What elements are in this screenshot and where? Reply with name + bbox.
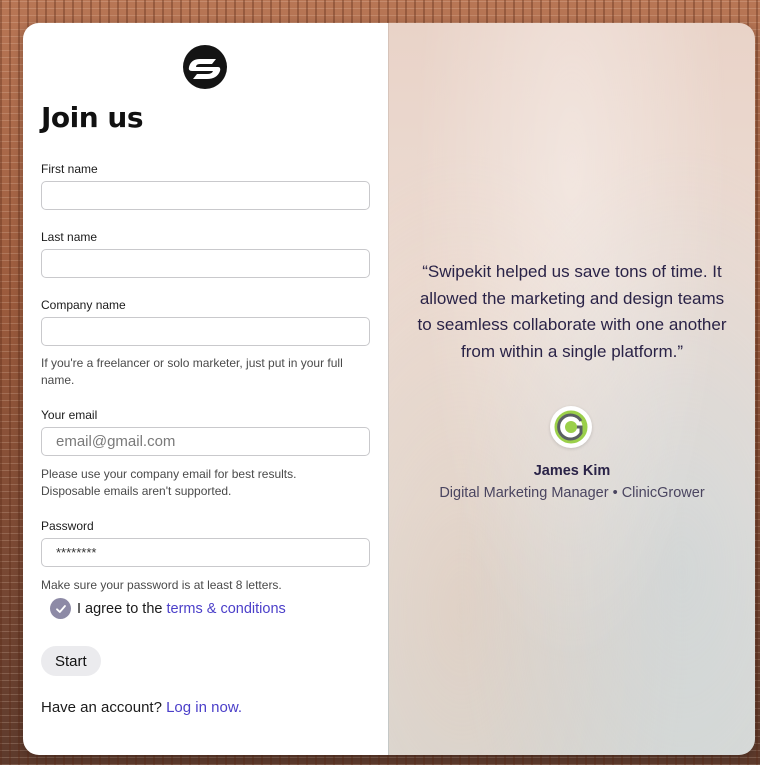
- signup-card: Join us First name Last name Company nam…: [23, 23, 755, 755]
- checkmark-icon: [55, 604, 66, 613]
- avatar: [550, 406, 592, 448]
- page-title: Join us: [41, 101, 144, 134]
- testimonial-author-name: James Kim: [533, 463, 611, 479]
- terms-checkbox[interactable]: [50, 598, 71, 619]
- last-name-label: Last name: [41, 230, 98, 244]
- terms-link[interactable]: terms & conditions: [166, 601, 285, 617]
- last-name-input[interactable]: [41, 249, 370, 278]
- password-label: Password: [41, 519, 94, 533]
- login-prompt: Have an account? Log in now.: [41, 699, 242, 716]
- first-name-input[interactable]: [41, 181, 370, 210]
- testimonial-author-role: Digital Marketing Manager • ClinicGrower: [439, 485, 705, 501]
- email-label: Your email: [41, 408, 98, 422]
- swipekit-logo-icon: [183, 45, 227, 89]
- signup-panel: Join us First name Last name Company nam…: [23, 23, 388, 755]
- login-link[interactable]: Log in now.: [166, 699, 242, 716]
- email-hint-line-2: Disposable emails aren't supported.: [41, 484, 232, 498]
- clinicgrower-logo-icon: [554, 410, 588, 444]
- company-name-input[interactable]: [41, 317, 370, 346]
- email-hint-line-1: Please use your company email for best r…: [41, 467, 297, 481]
- terms-agreement: I agree to the terms & conditions: [50, 598, 286, 619]
- first-name-label: First name: [41, 162, 98, 176]
- login-prompt-text: Have an account?: [41, 699, 167, 716]
- terms-prefix: I agree to the: [77, 600, 167, 617]
- testimonial-panel: “Swipekit helped us save tons of time. I…: [388, 23, 755, 755]
- company-hint: If you're a freelancer or solo marketer,…: [41, 356, 343, 387]
- start-button[interactable]: Start: [41, 646, 101, 676]
- testimonial-quote: “Swipekit helped us save tons of time. I…: [417, 262, 727, 361]
- email-input[interactable]: [41, 427, 370, 456]
- company-name-label: Company name: [41, 298, 126, 312]
- password-hint: Make sure your password is at least 8 le…: [41, 578, 282, 592]
- terms-label: I agree to the terms & conditions: [77, 601, 286, 617]
- password-input[interactable]: [41, 538, 370, 567]
